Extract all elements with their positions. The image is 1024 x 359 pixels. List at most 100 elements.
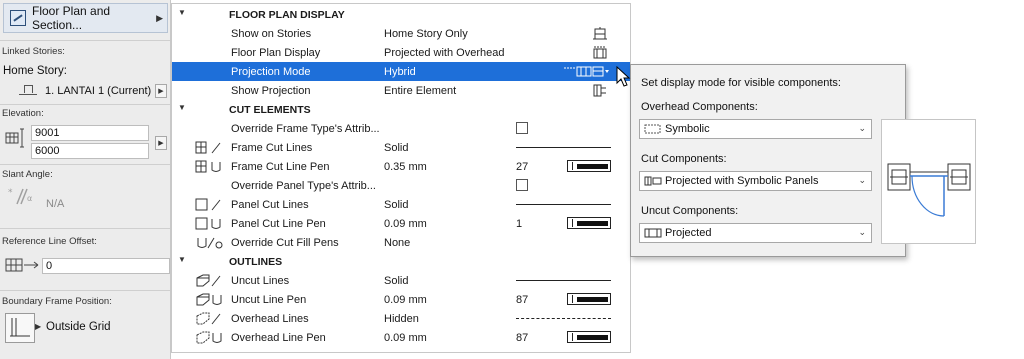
boundary-frame-position-label: Boundary Frame Position: — [2, 296, 112, 307]
row-name: Frame Cut Line Pen — [231, 160, 330, 173]
pen-swatch[interactable] — [567, 293, 611, 305]
svg-text:α: α — [27, 194, 32, 203]
overhead-components-value: Symbolic — [665, 123, 710, 135]
slant-angle-label: Slant Angle: — [2, 169, 53, 180]
table-row-selected[interactable]: Projection Mode Hybrid — [172, 62, 630, 81]
uncut-components-select[interactable]: Projected ⌄ — [639, 223, 872, 243]
elevation-bottom-field[interactable]: 6000 — [31, 143, 149, 159]
row-name: Floor Plan Display — [231, 46, 321, 59]
row-value[interactable]: None — [384, 237, 410, 249]
row-name: Panel Cut Line Pen — [231, 217, 326, 230]
row-name: Overhead Line Pen — [231, 331, 326, 344]
section-header-outlines[interactable]: ▼ OUTLINES — [172, 252, 630, 271]
row-name: Override Cut Fill Pens — [231, 236, 339, 249]
hybrid-mode-icon[interactable] — [562, 64, 610, 79]
row-value[interactable]: 0.09 mm — [384, 294, 427, 306]
reference-line-icon — [5, 258, 39, 272]
left-settings-panel: Floor Plan and Section... ▶ Linked Stori… — [0, 0, 171, 359]
table-row[interactable]: Frame Cut Line Pen 0.35 mm 27 — [172, 157, 630, 176]
chevron-right-icon[interactable]: ▶ — [35, 322, 41, 331]
pen-swatch[interactable] — [567, 331, 611, 343]
row-value[interactable]: Entire Element — [384, 85, 456, 97]
slant-angle-icon: α * — [8, 188, 32, 205]
story-display-icon — [593, 27, 607, 40]
table-row[interactable]: Uncut Lines Solid — [172, 271, 630, 290]
row-name: Panel Cut Lines — [231, 198, 309, 211]
table-row[interactable]: Show on Stories Home Story Only — [172, 24, 630, 43]
section-header-floor-plan-display[interactable]: ▼ FLOOR PLAN DISPLAY — [172, 5, 630, 24]
table-row[interactable]: Override Cut Fill Pens None — [172, 233, 630, 252]
elevation-menu-button[interactable]: ▶ — [155, 136, 167, 150]
cut-components-label: Cut Components: — [641, 153, 727, 165]
table-row[interactable]: Frame Cut Lines Solid — [172, 138, 630, 157]
row-value[interactable]: Solid — [384, 199, 408, 211]
pen-number[interactable]: 27 — [516, 161, 528, 173]
override-frame-checkbox[interactable] — [516, 122, 528, 134]
linked-stories-label: Linked Stories: — [2, 46, 65, 57]
pen-number[interactable]: 87 — [516, 332, 528, 344]
elevation-top-field[interactable]: 9001 — [31, 125, 149, 141]
uncut-lines-icon — [196, 274, 221, 287]
cut-components-value: Projected with Symbolic Panels — [665, 175, 819, 187]
collapse-caret-icon[interactable]: ▼ — [178, 8, 186, 17]
row-name: Overhead Lines — [231, 312, 309, 325]
row-value[interactable]: Solid — [384, 275, 408, 287]
chevron-down-icon: ⌄ — [858, 227, 866, 237]
projected-icon — [644, 228, 662, 238]
row-value[interactable]: Hybrid — [384, 66, 416, 78]
row-name: Show Projection — [231, 84, 311, 97]
panel-header-label: Floor Plan and Section... — [32, 4, 111, 32]
pen-swatch[interactable] — [567, 217, 611, 229]
line-type-preview — [516, 147, 611, 148]
home-story-value: 1. LANTAI 1 (Current) — [45, 85, 152, 97]
overhead-pen-icon — [196, 331, 222, 344]
section-header-cut-elements[interactable]: ▼ CUT ELEMENTS — [172, 100, 630, 119]
table-row[interactable]: Override Panel Type's Attrib... — [172, 176, 630, 195]
pen-swatch[interactable] — [567, 160, 611, 172]
row-value[interactable]: 0.09 mm — [384, 218, 427, 230]
uncut-components-label: Uncut Components: — [641, 205, 739, 217]
home-story-menu-button[interactable]: ▶ — [155, 84, 167, 98]
row-value[interactable]: Projected with Overhead — [384, 47, 504, 59]
row-name: Show on Stories — [231, 27, 312, 40]
override-panel-checkbox[interactable] — [516, 179, 528, 191]
cut-components-select[interactable]: Projected with Symbolic Panels ⌄ — [639, 171, 872, 191]
row-value[interactable]: 0.35 mm — [384, 161, 427, 173]
elevation-icon — [5, 128, 24, 148]
story-icon — [19, 85, 37, 97]
row-value[interactable]: 0.09 mm — [384, 332, 427, 344]
overhead-components-select[interactable]: Symbolic ⌄ — [639, 119, 872, 139]
row-value[interactable]: Home Story Only — [384, 28, 468, 40]
boundary-frame-value[interactable]: Outside Grid — [46, 321, 111, 333]
settings-table: ▼ FLOOR PLAN DISPLAY Show on Stories Hom… — [171, 3, 631, 353]
chevron-down-icon: ⌄ — [858, 175, 866, 185]
frame-cut-pen-icon — [195, 160, 221, 173]
table-row[interactable]: Override Frame Type's Attrib... — [172, 119, 630, 138]
row-value[interactable]: Hidden — [384, 313, 419, 325]
row-value[interactable]: Solid — [384, 142, 408, 154]
home-story-selector[interactable]: 1. LANTAI 1 (Current) — [3, 82, 168, 100]
section-title: FLOOR PLAN DISPLAY — [229, 8, 345, 21]
reference-line-offset-field[interactable]: 0 — [42, 258, 170, 274]
reference-line-offset-label: Reference Line Offset: — [2, 236, 97, 247]
popup-title: Set display mode for visible components: — [641, 77, 841, 89]
row-name: Uncut Line Pen — [231, 293, 307, 306]
mouse-cursor-icon — [616, 66, 631, 87]
projection-mode-popup: Set display mode for visible components:… — [630, 64, 906, 257]
slant-angle-value: N/A — [46, 198, 65, 210]
boundary-frame-icon[interactable] — [5, 313, 35, 343]
table-row[interactable]: Panel Cut Lines Solid — [172, 195, 630, 214]
chevron-right-icon: ▶ — [156, 12, 163, 23]
pen-number[interactable]: 1 — [516, 218, 522, 230]
pen-number[interactable]: 87 — [516, 294, 528, 306]
projected-overhead-icon — [593, 46, 607, 59]
table-row[interactable]: Uncut Line Pen 0.09 mm 87 — [172, 290, 630, 309]
table-row[interactable]: Show Projection Entire Element — [172, 81, 630, 100]
collapse-caret-icon[interactable]: ▼ — [178, 255, 186, 264]
table-row[interactable]: Panel Cut Line Pen 0.09 mm 1 — [172, 214, 630, 233]
table-row[interactable]: Overhead Line Pen 0.09 mm 87 — [172, 328, 630, 347]
collapse-caret-icon[interactable]: ▼ — [178, 103, 186, 112]
table-row[interactable]: Overhead Lines Hidden — [172, 309, 630, 328]
table-row[interactable]: Floor Plan Display Projected with Overhe… — [172, 43, 630, 62]
floor-plan-section-panel-header[interactable]: Floor Plan and Section... ▶ — [3, 3, 168, 33]
